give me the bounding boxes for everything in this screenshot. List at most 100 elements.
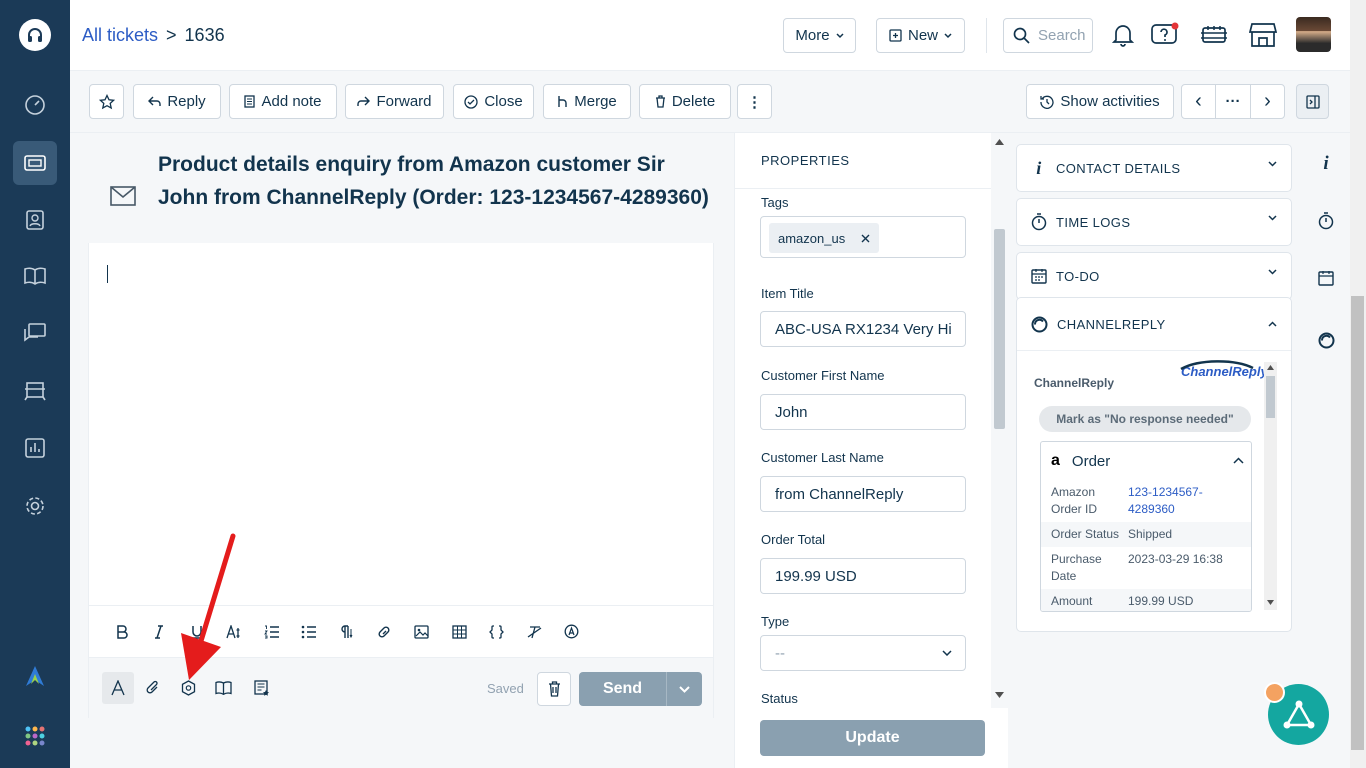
code-braces-icon[interactable]: [478, 624, 516, 639]
reports-icon[interactable]: [13, 426, 57, 470]
discard-draft-button[interactable]: [537, 672, 571, 706]
ticket-list-button[interactable]: ···: [1215, 84, 1251, 119]
user-avatar[interactable]: [1296, 17, 1331, 52]
freshworks-product-icon[interactable]: [13, 654, 57, 698]
first-name-field[interactable]: John: [760, 394, 966, 430]
scroll-down-icon[interactable]: [995, 692, 1004, 698]
attachment-paperclip-icon[interactable]: [137, 672, 169, 704]
update-button[interactable]: Update: [760, 720, 985, 756]
app-logo-headset-icon[interactable]: [19, 19, 51, 51]
show-activities-button[interactable]: Show activities: [1026, 84, 1174, 119]
search-input[interactable]: Search: [1003, 18, 1093, 53]
dashboard-gauge-icon[interactable]: [13, 83, 57, 127]
reply-button[interactable]: Reply: [133, 84, 221, 119]
forward-arrow-icon: [357, 96, 371, 106]
marketplace-store-icon[interactable]: [1248, 20, 1278, 50]
more-actions-label: ⋮: [747, 93, 762, 111]
ordered-list-icon[interactable]: [253, 625, 291, 639]
ticket-id: 1636: [184, 25, 225, 45]
send-options-chevron-icon[interactable]: [667, 672, 702, 706]
order-card-header[interactable]: a Order: [1041, 442, 1251, 480]
link-icon[interactable]: [366, 625, 404, 639]
check-circle-icon: [464, 94, 478, 109]
toggle-panel-button[interactable]: [1296, 84, 1329, 119]
star-icon: [98, 93, 115, 109]
apps-icon-strip: i: [1303, 133, 1350, 768]
paragraph-format-icon[interactable]: [328, 624, 366, 639]
scroll-up-icon[interactable]: [995, 139, 1004, 145]
remove-tag-close-icon[interactable]: [861, 234, 870, 243]
clear-formatting-icon[interactable]: [516, 625, 554, 639]
channelreply-header[interactable]: CHANNELREPLY: [1017, 298, 1291, 351]
amazon-logo-icon: a: [1051, 452, 1060, 469]
insert-image-icon[interactable]: [403, 624, 441, 639]
bulleted-list-icon[interactable]: [291, 625, 329, 639]
assets-icon[interactable]: [13, 369, 57, 413]
tickets-queue-icon[interactable]: [1199, 20, 1229, 50]
channelreply-scrollbar[interactable]: [1264, 362, 1277, 610]
bold-icon[interactable]: [103, 624, 141, 639]
previous-ticket-button[interactable]: ‹: [1181, 84, 1216, 119]
info-icon: i: [1036, 157, 1042, 178]
spell-check-icon[interactable]: [553, 624, 591, 639]
show-activities-label: Show activities: [1060, 93, 1160, 110]
settings-gear-icon[interactable]: [13, 484, 57, 528]
more-actions-button[interactable]: ⋮: [737, 84, 772, 119]
knowledge-base-book-icon[interactable]: [13, 254, 57, 298]
type-label: Type: [761, 614, 790, 629]
order-row-key: Order Status: [1051, 527, 1120, 541]
ellipsis-icon: ···: [1225, 93, 1241, 110]
top-bar: All tickets >1636 More New Search: [70, 0, 1366, 71]
last-name-field[interactable]: from ChannelReply: [760, 476, 966, 512]
todo-section[interactable]: TO-DO: [1016, 252, 1292, 300]
forums-chat-icon[interactable]: [13, 311, 57, 355]
chevron-down-icon: [944, 32, 952, 38]
merge-button[interactable]: Merge: [543, 84, 631, 119]
help-icon[interactable]: [1150, 20, 1180, 50]
mark-no-response-button[interactable]: Mark as "No response needed": [1039, 406, 1251, 432]
tags-field[interactable]: amazon_us: [760, 216, 966, 258]
scrollbar-thumb[interactable]: [994, 229, 1005, 429]
templates-icon[interactable]: [246, 672, 278, 704]
type-select[interactable]: --: [760, 635, 966, 671]
time-logs-stopwatch-icon[interactable]: [1312, 207, 1340, 235]
more-button[interactable]: More: [783, 18, 856, 53]
contacts-icon[interactable]: [13, 198, 57, 242]
contact-info-icon[interactable]: i: [1312, 150, 1340, 178]
properties-scrollbar[interactable]: [991, 133, 1008, 708]
channelreply-app-icon[interactable]: [1312, 326, 1340, 354]
italic-icon[interactable]: [141, 624, 179, 639]
order-row: Amazon Order ID 123-1234567-4289360: [1041, 480, 1251, 522]
send-button[interactable]: Send: [579, 672, 667, 706]
first-name-label: Customer First Name: [761, 368, 885, 383]
new-button[interactable]: New: [876, 18, 965, 53]
text-format-toggle-icon[interactable]: [102, 672, 134, 704]
contact-details-section[interactable]: i CONTACT DETAILS: [1016, 144, 1292, 192]
tickets-icon[interactable]: [13, 141, 57, 185]
all-tickets-link[interactable]: All tickets: [82, 25, 158, 45]
chevron-left-icon: ‹: [1195, 90, 1202, 112]
insert-table-icon[interactable]: [441, 624, 479, 639]
scroll-up-icon[interactable]: [1267, 365, 1274, 370]
chevron-down-icon: [942, 650, 952, 656]
app-switcher-grid-icon[interactable]: [13, 714, 57, 758]
order-row: Order Status Shipped: [1041, 522, 1251, 547]
window-scrollbar[interactable]: [1350, 0, 1366, 768]
amazon-order-id-link[interactable]: 123-1234567-4289360: [1128, 484, 1241, 518]
forward-button[interactable]: Forward: [345, 84, 444, 119]
next-ticket-button[interactable]: ›: [1250, 84, 1285, 119]
freddy-assistant-button[interactable]: [1264, 682, 1329, 745]
scrollbar-thumb[interactable]: [1351, 296, 1364, 750]
close-ticket-button[interactable]: Close: [453, 84, 534, 119]
time-logs-section[interactable]: TIME LOGS: [1016, 198, 1292, 246]
item-title-field[interactable]: ABC-USA RX1234 Very Hi: [760, 311, 966, 347]
order-total-field[interactable]: 199.99 USD: [760, 558, 966, 594]
delete-button[interactable]: Delete: [639, 84, 731, 119]
order-row: Amount 199.99 USD: [1041, 589, 1251, 611]
notifications-bell-icon[interactable]: [1108, 20, 1138, 50]
scrollbar-thumb[interactable]: [1266, 376, 1275, 418]
scroll-down-icon[interactable]: [1267, 600, 1274, 605]
todo-calendar-icon[interactable]: [1312, 264, 1340, 292]
star-button[interactable]: [89, 84, 124, 119]
add-note-button[interactable]: Add note: [229, 84, 337, 119]
